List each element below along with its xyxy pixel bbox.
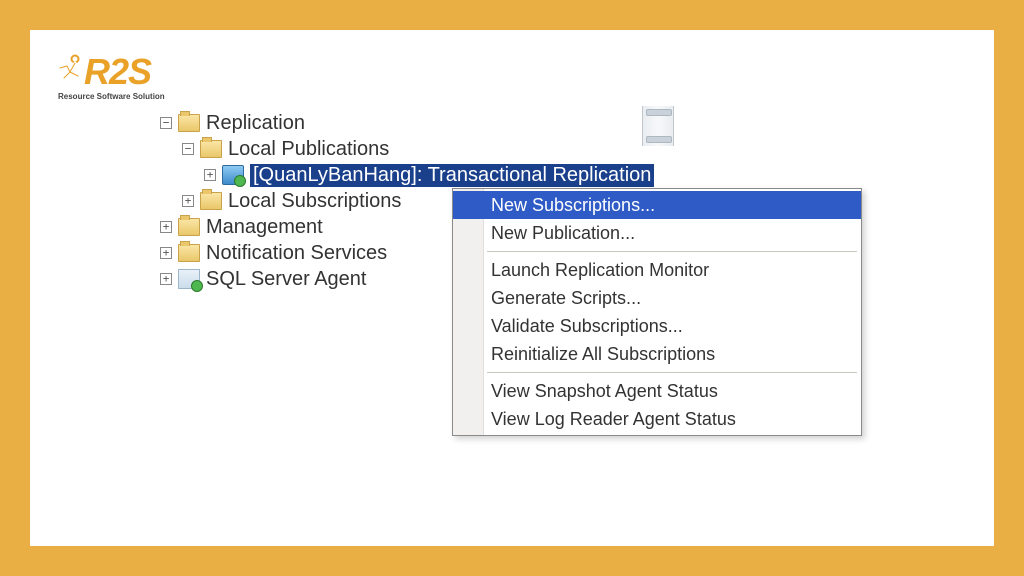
- context-menu-item[interactable]: New Subscriptions...: [453, 191, 861, 219]
- context-menu-item[interactable]: Validate Subscriptions...: [453, 312, 861, 340]
- collapse-toggle-icon[interactable]: −: [182, 143, 194, 155]
- expand-toggle-icon[interactable]: +: [204, 169, 216, 181]
- context-menu-item[interactable]: Reinitialize All Subscriptions: [453, 340, 861, 368]
- context-menu-separator: [487, 372, 857, 373]
- tree-node[interactable]: − Local Publications: [160, 136, 654, 162]
- folder-icon: [200, 192, 222, 210]
- tree-node-label: Local Publications: [228, 138, 389, 161]
- tree-node-label: Notification Services: [206, 242, 387, 265]
- logo-text: R2S: [58, 54, 165, 90]
- logo-tagline: Resource Software Solution: [58, 92, 165, 101]
- expand-toggle-icon[interactable]: +: [160, 221, 172, 233]
- folder-icon: [178, 218, 200, 236]
- tree-node-label: Local Subscriptions: [228, 190, 401, 213]
- collapse-toggle-icon[interactable]: −: [160, 117, 172, 129]
- sql-agent-icon: [178, 269, 200, 289]
- logo: R2S Resource Software Solution: [58, 54, 165, 101]
- expand-toggle-icon[interactable]: +: [182, 195, 194, 207]
- tree-node[interactable]: + [QuanLyBanHang]: Transactional Replicat…: [160, 162, 654, 188]
- context-menu-item[interactable]: Launch Replication Monitor: [453, 256, 861, 284]
- tree-node-label: SQL Server Agent: [206, 268, 366, 291]
- publication-icon: [222, 165, 244, 185]
- folder-icon: [200, 140, 222, 158]
- context-menu-item[interactable]: View Log Reader Agent Status: [453, 405, 861, 433]
- folder-icon: [178, 244, 200, 262]
- expand-toggle-icon[interactable]: +: [160, 273, 172, 285]
- context-menu-item[interactable]: View Snapshot Agent Status: [453, 377, 861, 405]
- expand-toggle-icon[interactable]: +: [160, 247, 172, 259]
- tree-node-label: [QuanLyBanHang]: Transactional Replicati…: [250, 164, 654, 187]
- tree-node-label: Replication: [206, 112, 305, 135]
- context-menu: New Subscriptions...New Publication... La…: [452, 188, 862, 436]
- tree-node-label: Management: [206, 216, 323, 239]
- context-menu-item[interactable]: Generate Scripts...: [453, 284, 861, 312]
- scrollbar-fragment[interactable]: [642, 106, 674, 146]
- running-person-icon: [58, 54, 84, 88]
- folder-icon: [178, 114, 200, 132]
- tree-node[interactable]: − Replication: [160, 110, 654, 136]
- context-menu-separator: [487, 251, 857, 252]
- context-menu-item[interactable]: New Publication...: [453, 219, 861, 247]
